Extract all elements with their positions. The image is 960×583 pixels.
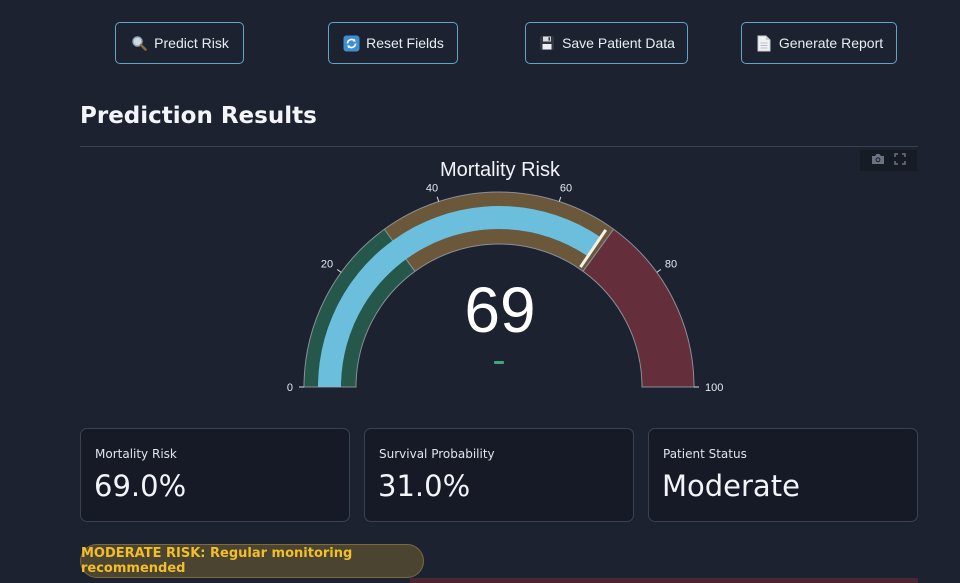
metric-label: Mortality Risk	[95, 447, 177, 461]
gauge-tick-label: 100	[705, 382, 723, 394]
section-divider	[80, 146, 918, 147]
metric-value: 69.0%	[94, 469, 187, 503]
predict-risk-label: Predict Risk	[154, 35, 229, 51]
fullscreen-icon[interactable]	[894, 152, 906, 170]
gauge-band-2	[582, 228, 695, 388]
patient-status-card: Patient Status Moderate	[648, 428, 918, 522]
gauge-tick-label: 20	[321, 259, 333, 271]
save-patient-data-button[interactable]: Save Patient Data	[525, 22, 688, 64]
metric-value: 31.0%	[378, 469, 471, 503]
gauge-tick-mark	[336, 269, 342, 273]
metric-value: Moderate	[662, 469, 800, 503]
reset-fields-label: Reset Fields	[366, 35, 444, 51]
gauge-tick-label: 0	[287, 382, 293, 394]
gauge-tick-mark	[436, 196, 440, 202]
gauge-value-number: 69	[464, 274, 535, 346]
gauge-delta-indicator	[494, 361, 504, 364]
refresh-icon	[342, 34, 360, 52]
camera-icon[interactable]	[871, 152, 885, 170]
chart-modebar	[860, 150, 917, 171]
magnifier-icon	[130, 34, 148, 52]
save-patient-data-label: Save Patient Data	[562, 35, 675, 51]
predict-risk-button[interactable]: Predict Risk	[115, 22, 244, 64]
gauge-value-bar	[318, 206, 601, 387]
reset-fields-button[interactable]: Reset Fields	[328, 22, 458, 64]
gauge-tick-mark	[558, 196, 562, 202]
gauge-tick-label: 80	[665, 259, 677, 271]
mortality-risk-card: Mortality Risk 69.0%	[80, 428, 350, 522]
metric-label: Survival Probability	[379, 447, 495, 461]
floppy-disk-icon	[538, 34, 556, 52]
alert-underline	[410, 578, 918, 583]
gauge-tick-label: 60	[560, 182, 572, 194]
document-icon	[755, 34, 773, 52]
generate-report-button[interactable]: Generate Report	[741, 22, 897, 64]
gauge-title: Mortality Risk	[440, 159, 561, 181]
section-title: Prediction Results	[80, 103, 317, 129]
gauge-tick-mark	[656, 269, 662, 273]
risk-alert-badge: MODERATE RISK: Regular monitoring recomm…	[80, 544, 424, 578]
gauge-tick-label: 40	[426, 182, 438, 194]
mortality-risk-gauge: Mortality Risk 0 20 40 60 80 100 69	[287, 159, 723, 394]
survival-probability-card: Survival Probability 31.0%	[364, 428, 634, 522]
generate-report-label: Generate Report	[778, 35, 884, 51]
metric-label: Patient Status	[663, 447, 747, 461]
